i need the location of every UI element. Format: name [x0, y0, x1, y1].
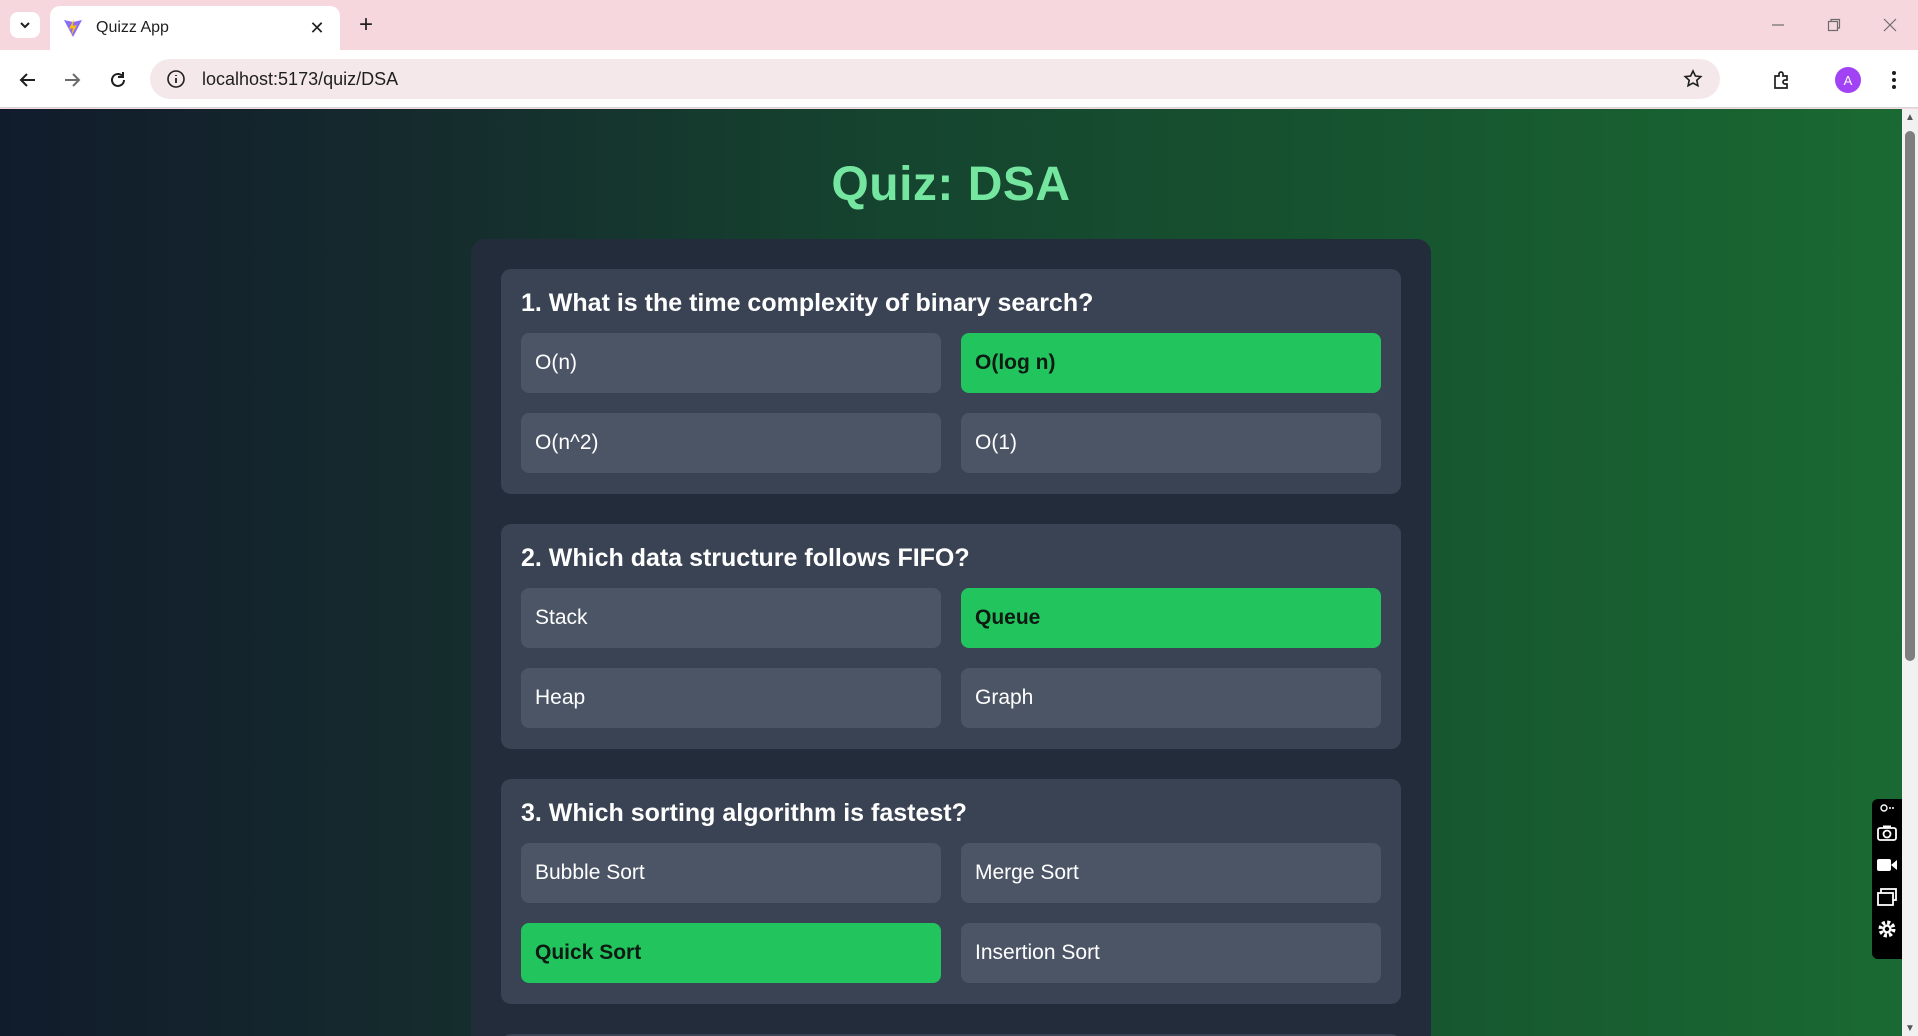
question-card: 2. Which data structure follows FIFO? St…	[501, 524, 1401, 749]
window-capture-icon[interactable]	[1872, 881, 1902, 913]
option-button[interactable]: Insertion Sort	[961, 923, 1381, 983]
scroll-down-icon[interactable]: ▼	[1902, 1020, 1918, 1036]
scroll-up-icon[interactable]: ▲	[1902, 109, 1918, 125]
minimize-button[interactable]	[1758, 10, 1798, 40]
quiz-panel: 1. What is the time complexity of binary…	[471, 239, 1431, 1036]
option-button-selected[interactable]: Quick Sort	[521, 923, 941, 983]
reload-icon	[111, 72, 125, 87]
vite-logo-icon	[64, 19, 82, 37]
back-button[interactable]	[12, 64, 44, 96]
restore-button[interactable]	[1814, 10, 1854, 40]
option-button-selected[interactable]: Queue	[961, 588, 1381, 648]
new-tab-button[interactable]: +	[352, 11, 380, 38]
gear-icon[interactable]	[1872, 913, 1902, 945]
option-button[interactable]: Graph	[961, 668, 1381, 728]
url-text[interactable]: localhost:5173/quiz/DSA	[202, 69, 1678, 90]
close-window-button[interactable]	[1870, 10, 1910, 40]
bookmark-star-icon[interactable]	[1678, 64, 1708, 94]
option-button[interactable]: O(1)	[961, 413, 1381, 473]
chevron-down-icon	[20, 22, 30, 29]
option-button[interactable]: O(n^2)	[521, 413, 941, 473]
question-card: 3. Which sorting algorithm is fastest? B…	[501, 779, 1401, 1004]
question-card: 1. What is the time complexity of binary…	[501, 269, 1401, 494]
option-button[interactable]: O(n)	[521, 333, 941, 393]
question-text: 3. Which sorting algorithm is fastest?	[521, 799, 967, 827]
question-text: 1. What is the time complexity of binary…	[521, 289, 1094, 317]
puzzle-icon	[1774, 71, 1788, 89]
page-viewport: Quiz: DSA 1. What is the time complexity…	[0, 109, 1918, 1036]
option-button[interactable]: Bubble Sort	[521, 843, 941, 903]
option-button-selected[interactable]: O(log n)	[961, 333, 1381, 393]
tab-title: Quizz App	[96, 19, 169, 36]
camera-icon[interactable]	[1872, 817, 1902, 849]
minimize-icon	[1772, 24, 1784, 26]
tab-close-icon[interactable]: ✕	[306, 17, 328, 39]
scrollbar-thumb[interactable]	[1905, 131, 1915, 661]
video-camera-icon[interactable]	[1872, 849, 1902, 881]
reload-button[interactable]	[102, 64, 134, 96]
restore-icon	[1827, 18, 1841, 32]
option-button[interactable]: Heap	[521, 668, 941, 728]
tab-search-button[interactable]	[10, 12, 40, 38]
question-text: 2. Which data structure follows FIFO?	[521, 544, 970, 572]
arrow-right-icon	[65, 73, 81, 87]
address-bar[interactable]: localhost:5173/quiz/DSA	[150, 59, 1720, 99]
browser-tab-active[interactable]: Quizz App ✕	[50, 6, 340, 50]
page-title: Quiz: DSA	[831, 158, 1071, 211]
browser-toolbar: localhost:5173/quiz/DSA A	[0, 50, 1918, 108]
tab-strip: Quizz App ✕ +	[0, 0, 1918, 50]
site-info-icon[interactable]	[164, 67, 188, 91]
capture-widget	[1872, 799, 1902, 959]
extensions-button[interactable]	[1766, 64, 1798, 96]
close-icon	[1883, 18, 1897, 32]
forward-button[interactable]	[56, 64, 88, 96]
arrow-left-icon	[19, 73, 35, 87]
profile-button[interactable]: A	[1832, 64, 1864, 96]
page-scrollbar[interactable]: ▲ ▼	[1902, 109, 1918, 1036]
option-button[interactable]: Merge Sort	[961, 843, 1381, 903]
option-button[interactable]: Stack	[521, 588, 941, 648]
more-vertical-icon	[1892, 71, 1896, 89]
avatar: A	[1835, 67, 1861, 93]
browser-menu-button[interactable]	[1878, 64, 1910, 96]
link-icon[interactable]	[1872, 799, 1902, 817]
